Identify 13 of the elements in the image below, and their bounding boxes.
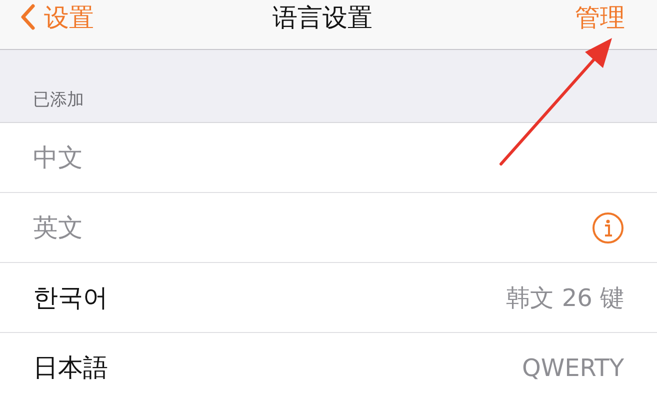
language-name: 日本語 <box>33 352 108 384</box>
back-chevron-icon <box>20 4 36 30</box>
page-title: 语言设置 <box>272 2 372 34</box>
keyboard-layout: 韩文 26 键 <box>506 282 624 314</box>
section-header: 已添加 <box>33 89 84 111</box>
language-name: 한국어 <box>33 282 108 314</box>
language-name: 英文 <box>33 212 83 244</box>
back-button[interactable]: 设置 <box>20 0 94 34</box>
language-row[interactable]: 한국어 韩文 26 键 <box>0 263 657 333</box>
keyboard-layout: QWERTY <box>522 354 624 382</box>
language-name: 中文 <box>33 142 83 174</box>
language-row[interactable]: 日本語 QWERTY <box>0 333 657 400</box>
manage-button[interactable]: 管理 <box>575 0 625 34</box>
